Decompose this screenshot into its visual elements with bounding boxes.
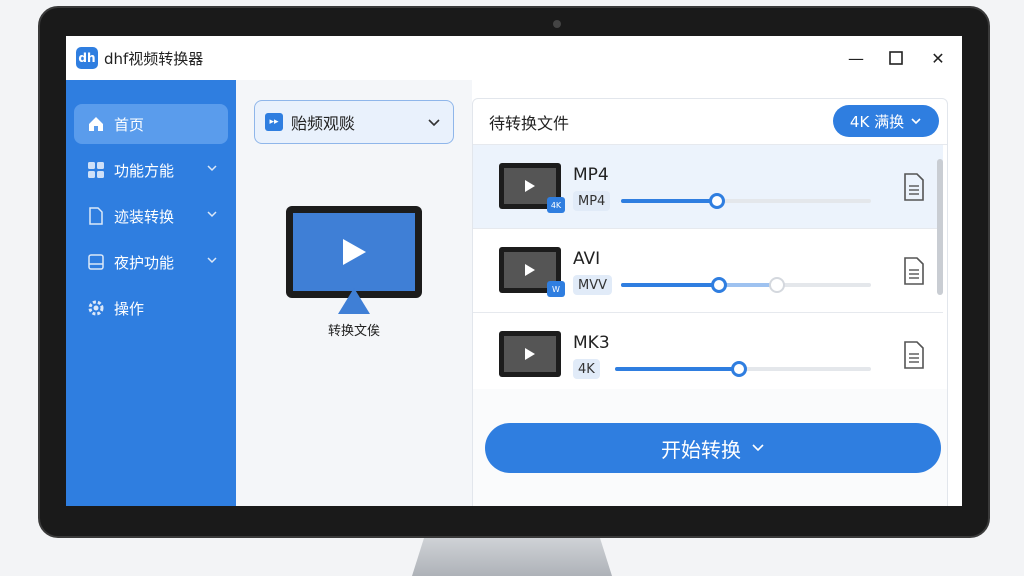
- file-list-panel: 待转换文件 4K 满换 4K MP4 MP4 W AVI MVV MK3 4K …: [472, 98, 948, 506]
- progress-slider[interactable]: [621, 193, 871, 209]
- progress-fill: [621, 199, 717, 203]
- sidebar-item-label: 迹装转换: [114, 207, 175, 226]
- source-panel: ▸▸ 贻频观赕 转换文俟: [236, 80, 472, 506]
- video-thumbnail: W: [499, 247, 565, 297]
- file-info-icon[interactable]: [903, 173, 925, 201]
- action-bar: 开始转换: [473, 389, 947, 506]
- chevron-down-icon: [207, 165, 217, 172]
- file-info-icon[interactable]: [903, 257, 925, 285]
- file-list-title: 待转换文件: [489, 113, 570, 133]
- sidebar: 首页 功能方能 迹装转换 夜护功能 操作: [66, 80, 236, 506]
- maximize-icon: [889, 51, 903, 65]
- gear-icon: [86, 298, 106, 318]
- video-source-icon: ▸▸: [265, 113, 283, 131]
- sidebar-item-label: 功能方能: [114, 161, 175, 180]
- sidebar-item-features[interactable]: 功能方能: [74, 150, 228, 190]
- source-dropdown[interactable]: ▸▸ 贻频观赕: [254, 100, 454, 144]
- thumbnail-badge: W: [547, 281, 565, 297]
- sidebar-item-protect[interactable]: 夜护功能: [74, 242, 228, 282]
- app-window: dh dhf视频转换器 — ✕ 首页 功能方能 迹装转换 夜护功能 操作 ▸▸ …: [66, 36, 962, 506]
- quality-label: 4K 满换: [849, 112, 905, 131]
- thumbnail-badge: 4K: [547, 197, 565, 213]
- home-icon: [86, 114, 106, 134]
- preview-screen: [293, 213, 415, 291]
- sidebar-item-label: 操作: [114, 299, 145, 318]
- file-row[interactable]: 4K MP4 MP4: [473, 145, 943, 229]
- sidebar-item-convert[interactable]: 迹装转换: [74, 196, 228, 236]
- start-convert-button[interactable]: 开始转换: [485, 423, 941, 473]
- video-thumbnail: 4K: [499, 163, 565, 213]
- slider-handle[interactable]: [709, 193, 725, 209]
- file-row[interactable]: MK3 4K: [473, 313, 943, 397]
- file-info-icon[interactable]: [903, 341, 925, 369]
- progress-fill: [615, 367, 739, 371]
- app-logo: dh: [76, 47, 98, 69]
- source-dropdown-value: 贻频观赕: [291, 114, 356, 133]
- chevron-down-icon: [428, 119, 440, 127]
- slider-handle[interactable]: [711, 277, 727, 293]
- video-thumbnail: [499, 331, 561, 377]
- chevron-down-icon: [752, 444, 764, 452]
- document-icon: [86, 206, 106, 226]
- chevron-down-icon: [911, 118, 921, 125]
- video-preview[interactable]: [286, 206, 422, 298]
- format-tag[interactable]: MP4: [573, 191, 611, 211]
- slider-handle-secondary[interactable]: [769, 277, 785, 293]
- file-name: MK3: [573, 333, 610, 353]
- sidebar-item-home[interactable]: 首页: [74, 104, 228, 144]
- maximize-button[interactable]: [884, 46, 908, 70]
- app-title: dhf视频转换器: [104, 49, 204, 68]
- progress-fill: [621, 283, 719, 287]
- file-name: AVI: [573, 249, 601, 269]
- monitor-stand: [412, 538, 612, 576]
- start-convert-label: 开始转换: [661, 437, 741, 462]
- title-bar: dh dhf视频转换器 — ✕: [66, 36, 962, 80]
- close-button[interactable]: ✕: [926, 46, 950, 70]
- quality-dropdown[interactable]: 4K 满换: [833, 105, 939, 137]
- play-icon: [525, 348, 535, 360]
- progress-slider[interactable]: [621, 277, 871, 293]
- chevron-down-icon: [207, 257, 217, 264]
- format-tag[interactable]: 4K: [573, 359, 600, 379]
- format-tag[interactable]: MVV: [573, 275, 613, 295]
- slider-handle[interactable]: [731, 361, 747, 377]
- grid-icon: [86, 160, 106, 180]
- file-name: MP4: [573, 165, 609, 185]
- file-list-header: 待转换文件 4K 满换: [473, 99, 947, 145]
- scrollbar[interactable]: [937, 159, 943, 295]
- play-icon: [525, 180, 535, 192]
- sidebar-item-label: 首页: [114, 115, 145, 134]
- chevron-down-icon: [207, 211, 217, 218]
- preview-caption: 转换文俟: [327, 324, 380, 339]
- minimize-button[interactable]: —: [844, 46, 868, 70]
- webcam: [553, 20, 561, 28]
- sidebar-item-label: 夜护功能: [114, 253, 175, 272]
- sidebar-item-operations[interactable]: 操作: [74, 288, 228, 328]
- play-icon: [525, 264, 535, 276]
- play-icon: [343, 239, 366, 265]
- file-row[interactable]: W AVI MVV: [473, 229, 943, 313]
- storage-icon: [86, 252, 106, 272]
- progress-slider[interactable]: [615, 361, 871, 377]
